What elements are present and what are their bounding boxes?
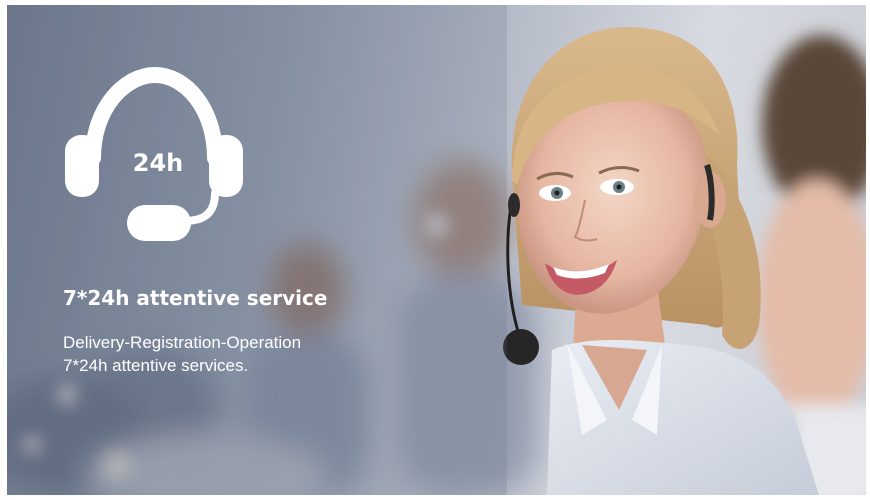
banner-description: Delivery-Registration-Operation 7*24h at…: [63, 331, 423, 377]
banner-title: 7*24h attentive service: [63, 286, 328, 310]
description-line-2: 7*24h attentive services.: [63, 356, 249, 375]
description-line-1: Delivery-Registration-Operation: [63, 333, 302, 352]
hero-banner: 24h 7*24h attentive service Delivery-Reg…: [7, 5, 866, 495]
headset-icon-label: 24h: [132, 149, 184, 177]
